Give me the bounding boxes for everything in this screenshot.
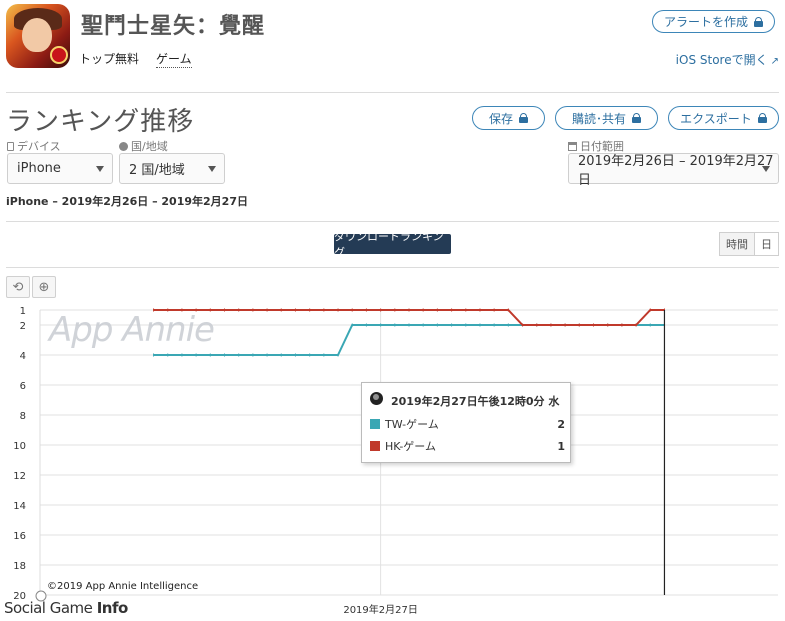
device-label-text: デバイス [17,140,61,153]
chart-subtitle: iPhone – 2019年2月26日 – 2019年2月27日 [6,195,248,208]
chevron-down-icon [96,166,104,172]
save-button[interactable]: 保存 [472,106,545,130]
zoom-in-button[interactable]: ⊕ [32,276,56,298]
lock-icon [754,16,763,27]
country-label-text: 国/地域 [131,140,168,153]
subscribe-share-label: 購読･共有 [571,111,626,126]
app-category[interactable]: ゲーム [156,50,192,68]
copyright-text: ©2019 App Annie Intelligence [47,581,199,592]
page-title: ランキング推移 [6,107,195,137]
ios-store-label: iOS Storeで開く [675,53,768,67]
globe-icon [119,141,128,151]
app-category-rank[interactable]: トップ無料 [79,50,139,67]
chart-divider [6,221,779,222]
reset-zoom-button[interactable]: ⟲ [6,276,30,298]
y-tick-label: 4 [20,351,26,362]
watermark: App Annie [49,310,215,350]
zoom-in-icon: ⊕ [38,279,50,295]
tooltip-title: 2019年2月27日午後12時0分 水 [391,395,560,408]
undo-icon: ⟲ [12,279,24,295]
chevron-down-icon [762,166,770,172]
app-icon-badge [50,46,68,64]
save-label: 保存 [488,111,513,126]
calendar-icon [568,141,577,151]
ios-store-link[interactable]: iOS Storeで開く ↗ [676,51,779,68]
country-field-label: 国/地域 [119,138,168,154]
y-tick-label: 10 [13,441,26,452]
y-tick-label: 12 [13,471,26,482]
x-tick-label: 2019年2月27日 [343,603,418,616]
date-range-select[interactable]: 2019年2月26日 – 2019年2月27日 [568,153,779,188]
device-icon [7,141,14,151]
y-tick-label: 1 [20,306,26,317]
tooltip-row: HK-ゲーム 1 [370,438,565,454]
tooltip-series-value: 1 [557,439,565,453]
app-icon-face [22,18,52,52]
export-label: エクスポート [680,111,752,126]
footer-brand-b: Info [96,599,129,617]
toolbar-divider [6,267,779,268]
country-select-value: 2 国/地域 [129,163,185,178]
country-select[interactable]: 2 国/地域 [119,153,225,184]
globe-icon [370,392,383,405]
day-toggle[interactable]: 日 [754,232,779,256]
y-tick-label: 8 [20,411,26,422]
chart-tooltip: 2019年2月27日午後12時0分 水 TW-ゲーム 2 HK-ゲーム 1 [361,382,571,463]
y-tick-label: 18 [13,561,26,572]
y-tick-label: 2 [20,321,26,332]
external-link-icon: ↗ [770,56,779,67]
lock-icon [757,113,767,123]
export-button[interactable]: エクスポート [668,106,779,130]
series-line-hk [153,309,665,326]
app-title: 聖鬥士星矢：覺醒 [81,14,266,39]
footer-brand: Social Game Info [4,599,128,617]
device-select-value: iPhone [17,161,61,176]
device-select[interactable]: iPhone [7,153,113,184]
hour-toggle[interactable]: 時間 [719,232,755,256]
create-alert-label: アラートを作成 [663,15,748,29]
footer-brand-a: Social Game [4,599,93,617]
lock-icon [519,113,528,123]
tooltip-series-name: HK-ゲーム [385,440,436,453]
y-tick-label: 6 [20,381,26,392]
y-tick-label: 14 [13,501,26,512]
tooltip-series-name: TW-ゲーム [385,418,439,431]
header-divider [6,92,779,93]
download-ranking-button[interactable]: ダウンロードランキング [334,230,451,259]
create-alert-button[interactable]: アラートを作成 [652,10,775,33]
series-line-tw [153,324,665,356]
tooltip-series-value: 2 [557,417,565,431]
tooltip-row: TW-ゲーム 2 [370,416,565,432]
y-tick-label: 16 [13,531,26,542]
device-field-label: デバイス [7,138,61,154]
chevron-down-icon [208,166,216,172]
app-icon [6,4,70,68]
lock-icon [632,113,641,123]
tooltip-swatch [370,419,380,429]
subscribe-share-button[interactable]: 購読･共有 [555,106,658,130]
date-range-value: 2019年2月26日 – 2019年2月27日 [578,153,774,188]
tooltip-swatch [370,441,380,451]
